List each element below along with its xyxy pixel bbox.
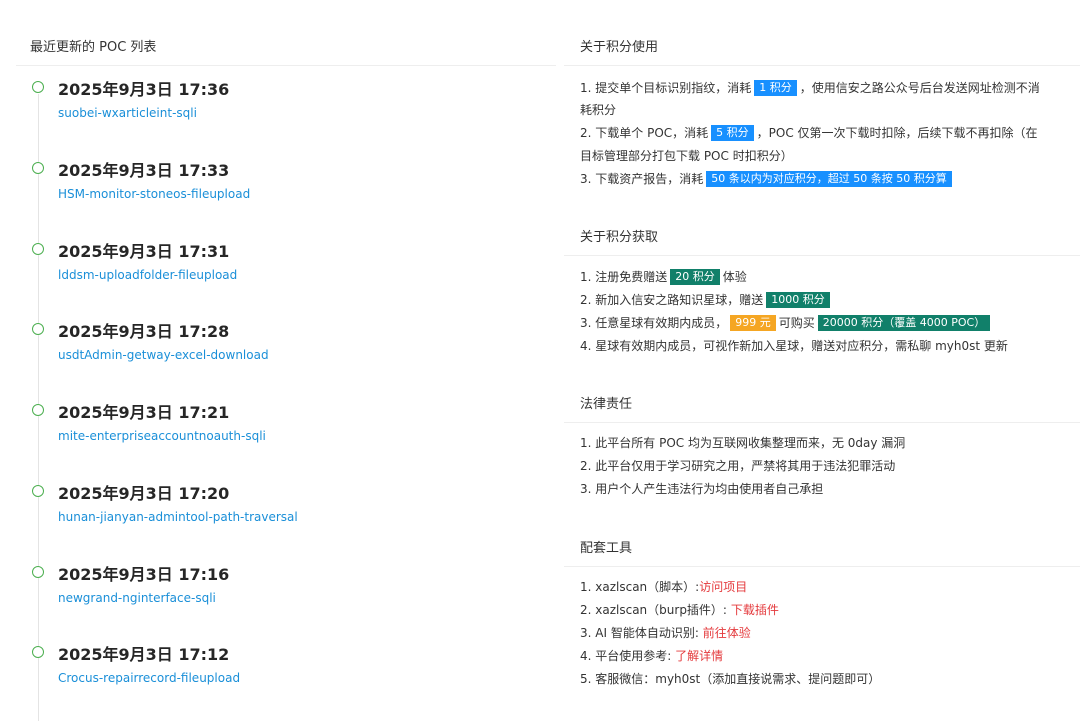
timeline-dot-icon — [32, 243, 44, 255]
divider — [564, 255, 1080, 256]
earn-section-title: 关于积分获取 — [580, 230, 659, 245]
divider — [564, 566, 1080, 567]
points-badge: 5 积分 — [711, 125, 754, 141]
usage-line-3-text: 3. 下载资产报告，消耗 — [580, 172, 704, 186]
earn-line-2: 2. 新加入信安之路知识星球，赠送 1000 积分 — [580, 291, 833, 309]
timeline-time: 2025年9月3日 17:21 — [58, 403, 230, 422]
timeline-dot-icon — [32, 646, 44, 658]
tools-line-3-text: 3. AI 智能体自动识别: — [580, 626, 699, 640]
poc-link[interactable]: newgrand-nginterface-sqli — [58, 591, 216, 605]
timeline-time: 2025年9月3日 17:12 — [58, 645, 230, 664]
divider — [16, 65, 556, 66]
poc-link[interactable]: lddsm-uploadfolder-fileupload — [58, 268, 237, 282]
usage-line-2: 2. 下载单个 POC，消耗 5 积分 ，POC 仅第一次下载时扣除，后续下载不再扣… — [580, 124, 1038, 142]
legal-line-1: 1. 此平台所有 POC 均为互联网收集整理而来，无 0day 漏洞 — [580, 436, 906, 450]
usage-section-title: 关于积分使用 — [580, 40, 659, 55]
earn-line-3-mid: 可购买 — [778, 316, 815, 330]
tools-line-4-text: 4. 平台使用参考: — [580, 649, 672, 663]
timeline-dot-icon — [32, 566, 44, 578]
poc-link[interactable]: mite-enterpriseaccountnoauth-sqli — [58, 429, 266, 443]
tools-line-2: 2. xazlscan（burp插件）: 下载插件 — [580, 601, 779, 619]
tools-section-title: 配套工具 — [580, 541, 633, 556]
timeline-time: 2025年9月3日 17:31 — [58, 242, 230, 261]
points-badge: 20000 积分（覆盖 4000 POC） — [817, 315, 991, 331]
poc-link[interactable]: usdtAdmin-getway-excel-download — [58, 348, 269, 362]
poc-link[interactable]: HSM-monitor-stoneos-fileupload — [58, 187, 250, 201]
tools-line-4: 4. 平台使用参考: 了解详情 — [580, 647, 723, 665]
usage-line-2-cont: 目标管理部分打包下载 POC 时扣积分） — [580, 149, 793, 163]
timeline-item: 2025年9月3日 17:12 Crocus-repairrecord-file… — [32, 645, 552, 705]
timeline-item: 2025年9月3日 17:31 lddsm-uploadfolder-fileu… — [32, 242, 552, 302]
timeline-dot-icon — [32, 323, 44, 335]
tools-line-1-text: 1. xazlscan（脚本）: — [580, 580, 700, 594]
tools-line-2-text: 2. xazlscan（burp插件）: — [580, 603, 727, 617]
usage-line-1: 1. 提交单个目标识别指纹，消耗 1 积分 ，使用信安之路公众号后台发送网址检测不消 — [580, 79, 1040, 97]
try-now-link[interactable]: 前往体验 — [703, 626, 751, 640]
poc-link[interactable]: hunan-jianyan-admintool-path-traversal — [58, 510, 298, 524]
timeline-dot-icon — [32, 81, 44, 93]
points-badge: 1 积分 — [754, 80, 797, 96]
price-badge: 999 元 — [730, 315, 776, 331]
points-badge: 1000 积分 — [766, 292, 830, 308]
timeline-time: 2025年9月3日 17:20 — [58, 484, 230, 503]
points-badge: 20 积分 — [670, 269, 720, 285]
timeline-item: 2025年9月3日 17:16 newgrand-nginterface-sql… — [32, 565, 552, 625]
poc-list-panel: 最近更新的 POC 列表 2025年9月3日 17:36 suobei-wxar… — [16, 0, 556, 721]
usage-line-1-text: 1. 提交单个目标识别指纹，消耗 — [580, 81, 752, 95]
points-badge: 50 条以内为对应积分，超过 50 条按 50 积分算 — [706, 171, 952, 187]
poc-list-title: 最近更新的 POC 列表 — [30, 40, 157, 55]
timeline-item: 2025年9月3日 17:28 usdtAdmin-getway-excel-d… — [32, 322, 552, 382]
divider — [564, 422, 1080, 423]
earn-line-1-text: 1. 注册免费赠送 — [580, 270, 668, 284]
tools-line-1: 1. xazlscan（脚本）:访问项目 — [580, 578, 747, 596]
earn-line-1: 1. 注册免费赠送 20 积分 体验 — [580, 268, 747, 286]
timeline-item: 2025年9月3日 17:33 HSM-monitor-stoneos-file… — [32, 161, 552, 221]
timeline-time: 2025年9月3日 17:33 — [58, 161, 230, 180]
legal-line-3: 3. 用户个人产生违法行为均由使用者自己承担 — [580, 482, 824, 496]
timeline-item: 2025年9月3日 17:36 suobei-wxarticleint-sqli — [32, 80, 552, 140]
timeline-time: 2025年9月3日 17:16 — [58, 565, 230, 584]
legal-line-2: 2. 此平台仅用于学习研究之用，严禁将其用于违法犯罪活动 — [580, 459, 896, 473]
timeline-dot-icon — [32, 485, 44, 497]
timeline-dot-icon — [32, 404, 44, 416]
learn-more-link[interactable]: 了解详情 — [675, 649, 723, 663]
timeline-item: 2025年9月3日 17:21 mite-enterpriseaccountno… — [32, 403, 552, 463]
usage-line-2-rest: ，POC 仅第一次下载时扣除，后续下载不再扣除（在 — [756, 126, 1038, 140]
download-plugin-link[interactable]: 下载插件 — [731, 603, 779, 617]
usage-line-3: 3. 下载资产报告，消耗 50 条以内为对应积分，超过 50 条按 50 积分算 — [580, 170, 955, 188]
earn-line-3: 3. 任意星球有效期内成员， 999 元可购买 20000 积分（覆盖 4000 P… — [580, 314, 993, 332]
usage-line-2-text: 2. 下载单个 POC，消耗 — [580, 126, 709, 140]
usage-line-1-cont: 耗积分 — [580, 103, 617, 117]
timeline-dot-icon — [32, 162, 44, 174]
earn-line-3-text: 3. 任意星球有效期内成员， — [580, 316, 728, 330]
timeline-time: 2025年9月3日 17:36 — [58, 80, 230, 99]
timeline-item: 2025年9月3日 17:20 hunan-jianyan-admintool-… — [32, 484, 552, 544]
visit-project-link[interactable]: 访问项目 — [699, 580, 747, 594]
earn-line-1-rest: 体验 — [722, 270, 747, 284]
tools-line-3: 3. AI 智能体自动识别: 前往体验 — [580, 624, 751, 642]
poc-link[interactable]: suobei-wxarticleint-sqli — [58, 106, 197, 120]
divider — [564, 65, 1080, 66]
info-panel: 关于积分使用 1. 提交单个目标识别指纹，消耗 1 积分 ，使用信安之路公众号后台发… — [564, 0, 1080, 721]
usage-line-1-rest: ，使用信安之路公众号后台发送网址检测不消 — [799, 81, 1040, 95]
timeline-time: 2025年9月3日 17:28 — [58, 322, 230, 341]
legal-section-title: 法律责任 — [580, 397, 633, 412]
earn-line-4: 4. 星球有效期内成员，可视作新加入星球，赠送对应积分，需私聊 myh0st 更… — [580, 339, 1008, 353]
tools-line-5: 5. 客服微信：myh0st（添加直接说需求、提问题即可） — [580, 672, 881, 686]
earn-line-2-text: 2. 新加入信安之路知识星球，赠送 — [580, 293, 764, 307]
poc-link[interactable]: Crocus-repairrecord-fileupload — [58, 671, 240, 685]
